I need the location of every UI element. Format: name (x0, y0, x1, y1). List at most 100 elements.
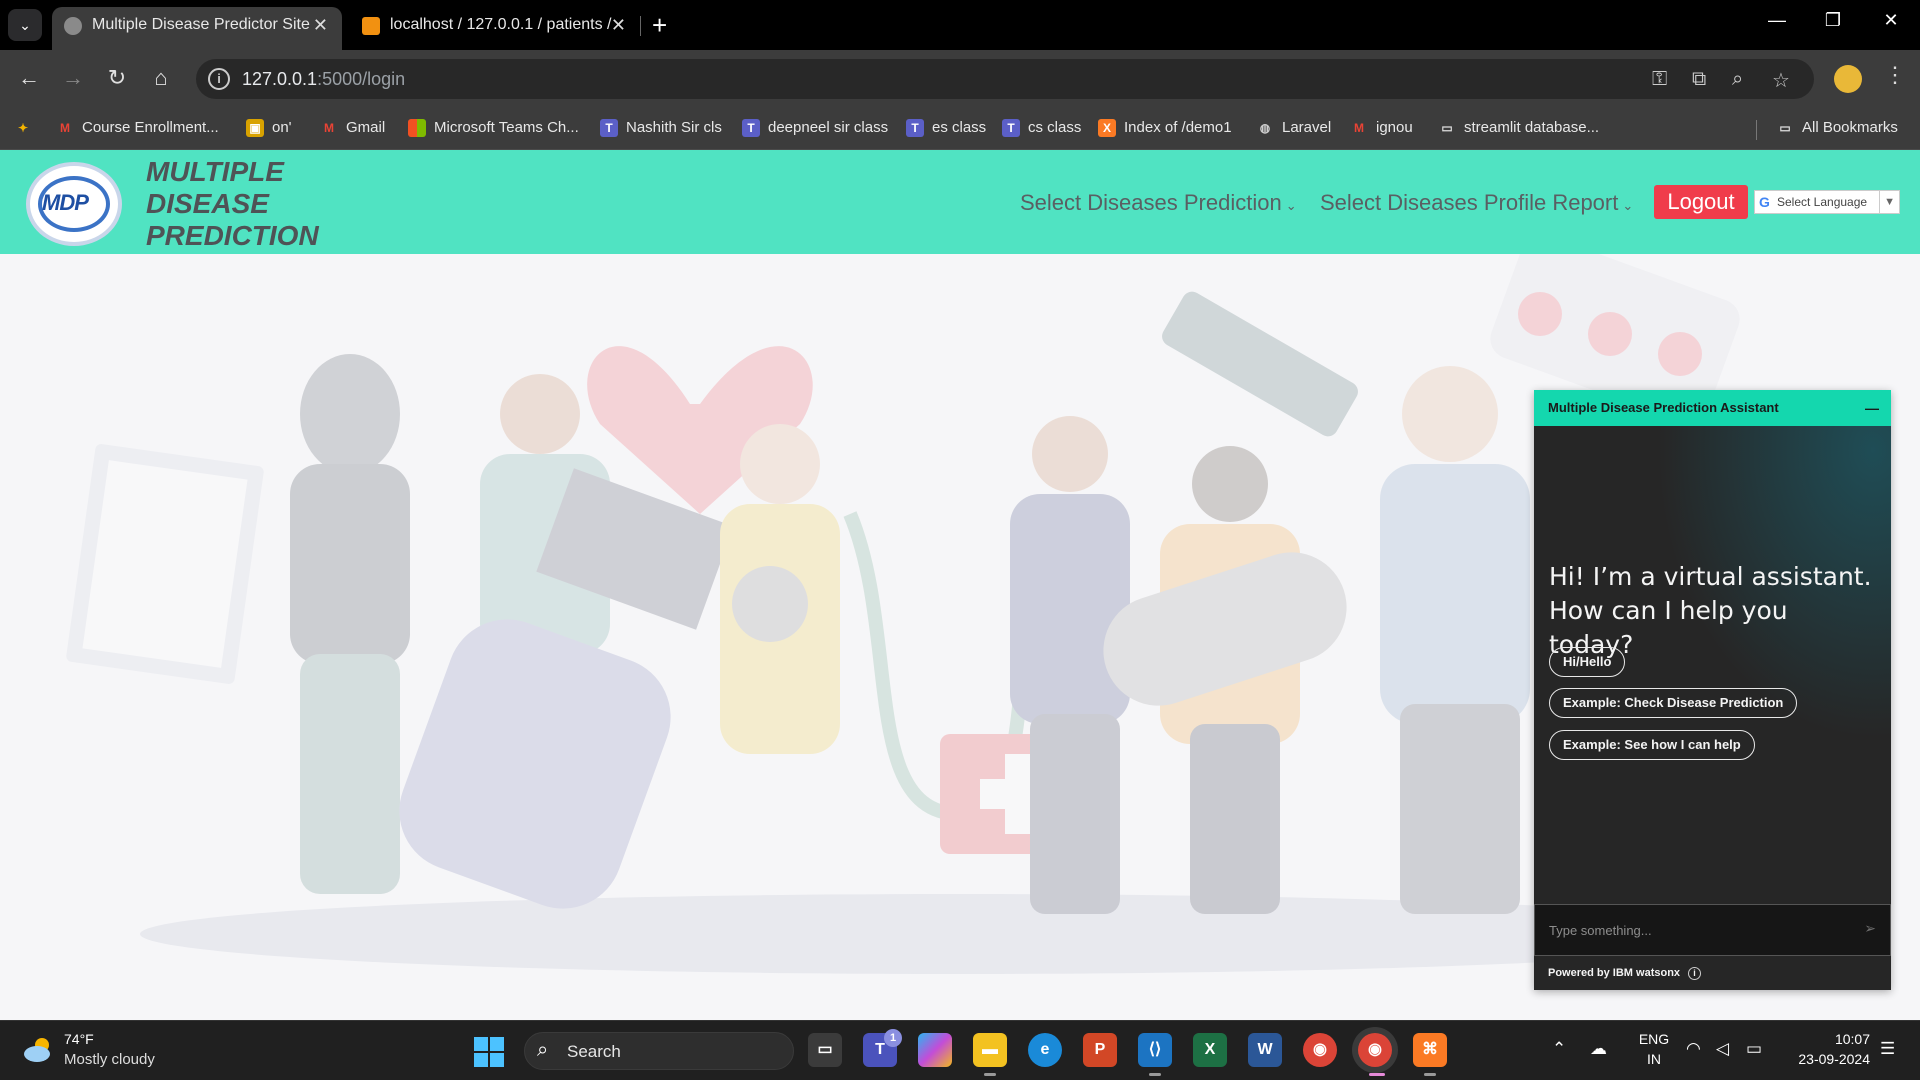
cloud-sun-icon[interactable] (22, 1035, 56, 1063)
language-region[interactable]: IN (1636, 1051, 1672, 1067)
language-select[interactable]: G Select Language ▼ (1754, 190, 1900, 214)
wifi-icon[interactable]: ◠ (1686, 1039, 1701, 1059)
notifications-icon[interactable]: ☰ (1880, 1039, 1895, 1059)
browser-menu-icon[interactable]: ⋮ (1884, 62, 1906, 88)
info-icon[interactable]: i (1688, 966, 1702, 980)
chat-title: Multiple Disease Prediction Assistant (1548, 400, 1779, 415)
running-indicator (1424, 1073, 1436, 1076)
bookmark-ignou[interactable]: Mignou (1350, 117, 1413, 139)
tab-multiple-disease[interactable]: Multiple Disease Predictor Site ✕ (52, 7, 342, 50)
xampp-icon[interactable]: ⌘ (1413, 1033, 1447, 1067)
tab-search-dropdown[interactable]: ⌄ (8, 9, 42, 41)
show-hidden-icons[interactable]: ⌃ (1552, 1039, 1566, 1059)
bookmark-laravel[interactable]: ◍ Laravel (1256, 117, 1331, 139)
brand-line: MULTIPLE (146, 156, 284, 187)
browser-toolbar: ← → ↻ ⌂ i 127.0.0.1:5000/login ⚿ ⧉ ⌕ ☆ ⋮ (0, 50, 1920, 108)
bookmark-deepneel[interactable]: Tdeepneel sir class (742, 117, 888, 139)
bookmark-es-class[interactable]: Tes class (906, 117, 986, 139)
teams-badge: 1 (884, 1029, 902, 1047)
bookmark-star-icon[interactable]: ☆ (1772, 68, 1790, 93)
weather-temperature[interactable]: 74°F (64, 1031, 94, 1047)
chip-check-disease[interactable]: Example: Check Disease Prediction (1549, 688, 1798, 718)
dropdown-arrow-icon: ▼ (1879, 191, 1895, 213)
password-key-icon[interactable]: ⚿ (1652, 68, 1667, 91)
profile-avatar[interactable] (1834, 65, 1862, 93)
gmail-icon: M (60, 121, 70, 135)
excel-icon[interactable]: X (1193, 1033, 1227, 1067)
back-icon[interactable]: ← (14, 64, 44, 92)
chrome-icon[interactable]: ◉ (1303, 1033, 1337, 1067)
brand-line: PREDICTION (146, 220, 319, 251)
powerpoint-icon[interactable]: P (1083, 1033, 1117, 1067)
folder-icon: ▭ (1779, 121, 1791, 135)
site-logo[interactable]: MDP (26, 162, 122, 246)
language-select-label: Select Language (1777, 195, 1868, 209)
chat-assistant-panel: Multiple Disease Prediction Assistant — … (1534, 390, 1891, 990)
chip-see-how[interactable]: Example: See how I can help (1549, 730, 1755, 760)
zoom-icon[interactable]: ⌕ (1732, 68, 1743, 91)
clock-date[interactable]: 23-09-2024 (1780, 1051, 1870, 1067)
gmail-icon: M (324, 121, 334, 135)
running-indicator (1149, 1073, 1161, 1076)
site-brand[interactable]: MULTIPLE DISEASE PREDICTION (146, 156, 319, 252)
bus-icon: ▣ (246, 119, 264, 137)
translate-icon[interactable]: ⧉ (1692, 68, 1706, 91)
copilot-icon[interactable] (918, 1033, 952, 1067)
edge-icon[interactable]: e (1028, 1033, 1062, 1067)
bookmark-teams-chat[interactable]: Microsoft Teams Ch... (408, 117, 579, 139)
tab-separator (640, 16, 641, 36)
bookmark-nashith[interactable]: T Nashith Sir cls (600, 117, 722, 139)
logout-button[interactable]: Logout (1654, 185, 1748, 219)
nav-profile-report[interactable]: Select Diseases Profile Report ⌄ (1320, 190, 1633, 216)
minimize-chat-icon[interactable]: — (1865, 390, 1879, 426)
bookmark-streamlit[interactable]: ▭ streamlit database... (1438, 117, 1599, 139)
chevron-down-icon: ⌄ (1285, 198, 1297, 213)
vscode-icon[interactable]: ⟨⟩ (1138, 1033, 1172, 1067)
running-indicator (984, 1073, 996, 1076)
minimize-icon[interactable]: — (1752, 10, 1802, 31)
send-icon[interactable]: ➢ (1864, 920, 1876, 937)
task-view-icon[interactable]: ▭ (808, 1033, 842, 1067)
site-info-icon[interactable]: i (208, 68, 230, 90)
gmail-icon: M (1354, 121, 1364, 135)
bookmark-index-demo1[interactable]: X Index of /demo1 (1098, 117, 1232, 139)
tab-phpmyadmin[interactable]: localhost / 127.0.0.1 / patients / ✕ (350, 7, 640, 50)
bookmark-course-enrollment[interactable]: M Course Enrollment... (56, 117, 219, 139)
restore-icon[interactable]: ❐ (1808, 10, 1858, 31)
new-tab-button[interactable]: + (652, 8, 667, 42)
window-close-icon[interactable]: ✕ (1866, 10, 1916, 31)
address-bar[interactable]: i 127.0.0.1:5000/login ⚿ ⧉ ⌕ ☆ (196, 59, 1814, 99)
close-icon[interactable]: ✕ (611, 7, 626, 43)
weather-description[interactable]: Mostly cloudy (64, 1051, 155, 1068)
word-icon[interactable]: W (1248, 1033, 1282, 1067)
bookmark-on[interactable]: ▣ on' (246, 117, 292, 139)
all-bookmarks[interactable]: ▭ All Bookmarks (1776, 117, 1898, 139)
windows-start-icon[interactable] (474, 1037, 504, 1067)
reload-icon[interactable]: ↻ (102, 64, 132, 92)
chat-footer: Powered by IBM watsonx i (1534, 956, 1891, 990)
chat-input[interactable] (1535, 905, 1845, 955)
bookmark-gmail[interactable]: M Gmail (320, 117, 385, 139)
battery-icon[interactable]: ▭ (1746, 1039, 1762, 1059)
chrome-profile-icon[interactable]: ◉ (1358, 1033, 1392, 1067)
phpmyadmin-icon (362, 17, 380, 35)
tab-title: localhost / 127.0.0.1 / patients / (390, 16, 612, 33)
volume-icon[interactable]: ◁ (1716, 1039, 1729, 1059)
onedrive-icon[interactable]: ☁ (1590, 1039, 1607, 1059)
home-icon[interactable]: ⌂ (146, 64, 176, 92)
bookmark-cs-class[interactable]: Tcs class (1002, 117, 1081, 139)
bookmark-separator (1756, 120, 1757, 140)
url-text[interactable]: 127.0.0.1:5000/login (242, 69, 405, 90)
close-icon[interactable]: ✕ (313, 7, 328, 43)
language-indicator[interactable]: ENG (1636, 1031, 1672, 1047)
taskbar-search[interactable]: ⌕ Search (524, 1032, 794, 1070)
nav-diseases-prediction[interactable]: Select Diseases Prediction ⌄ (1020, 190, 1297, 216)
browser-tab-bar: ⌄ Multiple Disease Predictor Site ✕ loca… (0, 0, 1920, 50)
teams-icon: T (1002, 119, 1020, 137)
chip-hi-hello[interactable]: Hi/Hello (1549, 647, 1626, 677)
windows-taskbar: 74°F Mostly cloudy ⌕ Search ▭ T 1 ▬ e P … (0, 1020, 1920, 1080)
clock-time[interactable]: 10:07 (1780, 1031, 1870, 1047)
file-explorer-icon[interactable]: ▬ (973, 1033, 1007, 1067)
google-icon: G (1759, 194, 1770, 210)
forward-icon[interactable]: → (58, 64, 88, 92)
